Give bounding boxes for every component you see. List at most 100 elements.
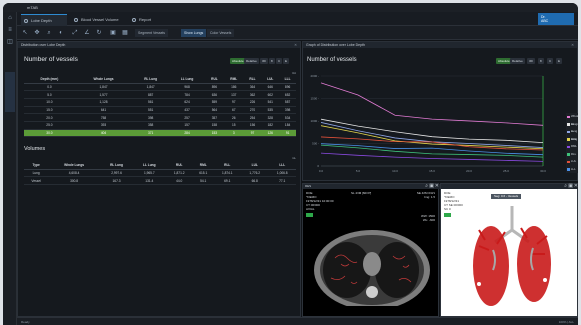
segment-vessels-button[interactable]: Segment Vessels [135, 29, 169, 37]
vessel-layout-icon[interactable]: ▣ [568, 183, 573, 189]
rotate-tool-icon[interactable]: ↻ [95, 29, 103, 37]
vessel-table-row[interactable]: 10.0 1,128 561 624 559 97 226 541 587 [24, 98, 296, 107]
chart-view-button-c[interactable]: C [547, 58, 554, 64]
chart-view-button-3d[interactable]: 3D [527, 58, 535, 64]
view-button-3d[interactable]: 3D [260, 58, 268, 64]
x-tick-label: 10.0 [392, 169, 398, 173]
vessel-table-header-cell[interactable]: LL Lung [169, 76, 206, 84]
zoom-tool-icon[interactable]: ⌕ [45, 29, 53, 37]
vessel-table-header-cell[interactable]: RML [223, 76, 244, 84]
volume-table-row[interactable]: Vessel 300.8 167.3 131.4 44.0 54.1 69.1 66.8 77.… [24, 176, 296, 185]
chart-relative-toggle[interactable]: Relative [510, 58, 525, 64]
volume-table-row[interactable]: Lung 4,608.4 2,997.6 1,965.7 1,871.2 615.1 1,8… [24, 169, 296, 178]
chart-view-button-e[interactable]: E [556, 58, 563, 64]
ct-close-icon[interactable]: ✕ [435, 183, 439, 189]
color-vessels-button[interactable]: Color Vessels [207, 29, 235, 37]
vessel-table-cell: 362 [243, 90, 262, 99]
vessel-table-header-cell[interactable]: RLL [243, 76, 262, 84]
vessel-table-cell: 254 [243, 113, 262, 122]
series-line [320, 152, 544, 162]
volume-table-cell: 131.4 [133, 176, 166, 185]
legend-item[interactable]: LUL [566, 158, 578, 166]
vessel-table-header-cell[interactable]: RL Lung [132, 76, 170, 84]
x-tick-label: 5.0 [356, 169, 361, 173]
vessel-table-cell: 157 [169, 121, 206, 130]
pan-tool-icon[interactable]: ✥ [33, 29, 41, 37]
home-icon[interactable]: ⌂ [6, 14, 14, 22]
legend-item[interactable]: RUL [566, 136, 578, 144]
vessel-table-cell: 97 [223, 98, 244, 107]
vessel-table-row[interactable]: 30.0 404 371 284 153 3 97 126 91 [24, 129, 296, 138]
volume-table-header-cell[interactable]: LUL [241, 162, 269, 170]
volume-table-header-cell[interactable]: Whole Lungs [48, 162, 100, 170]
chart-panel-header: Graph of Distribution over Lobe Depth ✕ [303, 42, 577, 48]
vessel-table-cell: 20.0 [24, 113, 75, 122]
vessel-table-cell: 226 [243, 98, 262, 107]
vessel-3d-viewport[interactable]: ⌕ ▣ ✕ DOE ^DEMO 1978/12/31 CT SE 00/000 … [440, 183, 578, 317]
close-icon[interactable]: ✕ [294, 42, 297, 48]
legend-label: LUL [571, 159, 577, 163]
menu-icon[interactable]: ≡ [6, 26, 14, 34]
show-lungs-button[interactable]: Show Lungs [181, 29, 207, 37]
tab-report[interactable]: Report [129, 14, 161, 26]
line-chart: 0 500 - 1000 - 1500 - 2000 - 0.0 5.0 10.0 15.0 20… [310, 74, 546, 173]
grid-tool-icon[interactable]: ▦ [121, 29, 129, 37]
vessel-segment-tag: Seg: 0.6 - Vessels [491, 194, 522, 199]
tab-blood-vessel-volume[interactable]: Blood Vessel Volume [71, 14, 127, 26]
vessel-table-header-cell[interactable]: RUL [205, 76, 224, 84]
vessel-table-row[interactable]: 20.0 758 398 257 357 26 254 328 534 [24, 113, 296, 122]
legend-label: RML [571, 144, 577, 148]
ct-zoom-icon[interactable]: ⌕ [425, 183, 428, 189]
vessel-table-cell: 328 [261, 113, 280, 122]
relative-toggle[interactable]: Relative [244, 58, 259, 64]
legend-swatch [567, 130, 570, 133]
legend-item[interactable]: Whole Lungs [566, 113, 578, 126]
legend-swatch [567, 145, 570, 148]
ct-viewport[interactable]: RES ⌕ ▣ ✕ DOE ^DEMO 1978/12/31 10:00:00 … [302, 183, 440, 317]
chart-view-button-8[interactable]: 8 [538, 58, 544, 64]
legend-item[interactable]: LL Lung [566, 128, 578, 141]
view-button-e[interactable]: E [283, 58, 290, 64]
vessel-table-row[interactable]: 15.0 641 551 437 564 67 270 535 398 [24, 106, 296, 115]
volume-table-header-cell[interactable]: LL Lung [133, 162, 166, 170]
vessel-table-cell: 404 [74, 129, 133, 138]
side-panel-tab[interactable] [5, 72, 15, 112]
legend-item[interactable]: RL Lung [566, 121, 578, 133]
vessel-table-header-cell[interactable]: Whole Lungs [74, 76, 133, 84]
tab-lobe-depth[interactable]: Lobe Depth [21, 14, 67, 26]
legend-item[interactable]: RML [566, 143, 578, 151]
vessel-table-row[interactable]: 0.0 1,847 1,847 968 896 186 364 646 896 [24, 83, 296, 92]
legend-swatch [567, 168, 570, 171]
vessel-table-row[interactable]: 5.0 1,577 887 784 636 137 362 602 652 [24, 90, 296, 99]
contrast-tool-icon[interactable]: ◐ [57, 29, 65, 37]
vessel-table-row[interactable]: 25.0 393 358 157 158 15 156 182 184 [24, 121, 296, 130]
vessel-table-header-cell[interactable]: LLL [279, 76, 296, 84]
view-button-c[interactable]: C [276, 58, 283, 64]
legend-item[interactable]: RLL [566, 151, 578, 159]
legend-item[interactable]: LLL [566, 166, 578, 174]
ct-slice-info: SL 4/IM [60/3?] [351, 191, 372, 195]
volume-table-cell: 54.1 [192, 176, 214, 185]
layout-tool-icon[interactable]: ▣ [109, 29, 117, 37]
legend-swatch [567, 160, 570, 163]
ct-layout-icon[interactable]: ▣ [429, 183, 434, 189]
user-badge[interactable]: Dr. ABC [538, 13, 574, 25]
layers-icon[interactable]: ◫ [6, 38, 14, 46]
vessel-table-header-cell[interactable]: Depth (mm) [24, 76, 75, 84]
volume-table-header-cell[interactable]: Type [24, 162, 49, 170]
volume-table-header-cell[interactable]: RL Lung [99, 162, 134, 170]
measure-tool-icon[interactable]: ⤢ [71, 29, 79, 37]
view-button-8[interactable]: 8 [269, 58, 275, 64]
volume-table-header-cell[interactable]: RUL [165, 162, 193, 170]
vessel-count-table: Depth (mm) Whole Lungs RL Lung LL Lung RUL RM… [24, 76, 296, 138]
chart-close-icon[interactable]: ✕ [571, 42, 574, 48]
volume-table-header-cell[interactable]: RML [192, 162, 214, 170]
pointer-tool-icon[interactable]: ↖ [21, 29, 29, 37]
angle-tool-icon[interactable]: ∠ [83, 29, 91, 37]
volume-table-header-cell[interactable]: LLL [268, 162, 296, 170]
ct-patient-info: DOE ^DEMO 1978/12/31 10:00:00 CT 00/000 … [306, 191, 334, 211]
vessel-table-header-cell[interactable]: LUL [261, 76, 280, 84]
volume-table-header-cell[interactable]: RLL [213, 162, 241, 170]
vessel-zoom-icon[interactable]: ⌕ [564, 183, 567, 189]
vessel-close-icon[interactable]: ✕ [574, 183, 578, 189]
